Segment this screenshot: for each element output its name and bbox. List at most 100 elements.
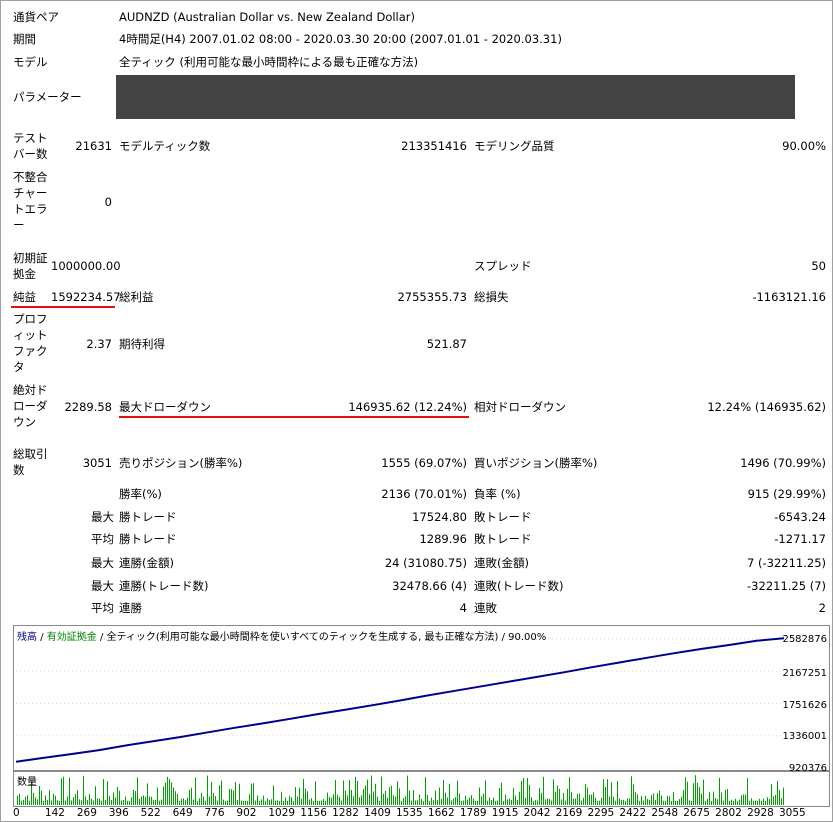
volume-bar bbox=[127, 800, 128, 805]
volume-bar bbox=[305, 788, 306, 805]
volume-bar bbox=[63, 776, 64, 805]
largest-prefix: 最大 bbox=[91, 510, 114, 524]
volume-bar bbox=[647, 799, 648, 805]
volume-bar bbox=[121, 800, 122, 805]
volume-bar bbox=[503, 800, 504, 805]
volume-bar bbox=[33, 792, 34, 805]
volume-bar bbox=[283, 800, 284, 805]
volume-bar bbox=[613, 796, 614, 805]
volume-bar bbox=[493, 797, 494, 805]
volume-bar bbox=[759, 798, 760, 805]
volume-panel: 数量 bbox=[13, 771, 830, 807]
volume-bar bbox=[653, 793, 654, 805]
x-tick-label: 2802 bbox=[715, 807, 742, 819]
volume-bar bbox=[755, 800, 756, 805]
volume-bar bbox=[499, 788, 500, 805]
maximal-consec-profit-label: 連勝(トレード数) bbox=[119, 579, 209, 593]
volume-bar bbox=[527, 777, 528, 805]
volume-bar bbox=[245, 800, 246, 805]
volume-bar bbox=[439, 787, 440, 805]
largest-loss-label: 敗トレード bbox=[474, 510, 532, 524]
volume-bar bbox=[443, 779, 444, 805]
volume-bar bbox=[619, 798, 620, 805]
volume-bar bbox=[389, 787, 390, 805]
x-tick-label: 902 bbox=[236, 807, 257, 819]
absolute-drawdown-label: 絶対ドローダウン bbox=[13, 383, 48, 429]
volume-bar bbox=[607, 779, 608, 805]
volume-bar bbox=[625, 800, 626, 805]
volume-bar bbox=[489, 797, 490, 805]
volume-bar bbox=[519, 791, 520, 805]
volume-bar bbox=[679, 799, 680, 805]
max-consec-losses-value: 7 (-32211.25) bbox=[747, 556, 826, 570]
volume-bar bbox=[139, 798, 140, 805]
volume-bar bbox=[399, 788, 400, 805]
volume-bar bbox=[189, 789, 190, 805]
y-tick-label: 1336001 bbox=[782, 731, 827, 742]
maximal-consec-loss-value: -32211.25 (7) bbox=[747, 579, 826, 593]
volume-bar bbox=[657, 792, 658, 805]
model-value: 全ティック (利用可能な最小時間枠による最も正確な方法) bbox=[119, 55, 419, 69]
volume-bar bbox=[359, 797, 360, 805]
volume-bar bbox=[445, 792, 446, 805]
volume-bar bbox=[463, 800, 464, 805]
largest-loss-value: -6543.24 bbox=[774, 510, 826, 524]
volume-bar bbox=[381, 776, 382, 805]
volume-bar bbox=[293, 800, 294, 805]
volume-bar bbox=[421, 798, 422, 805]
total-trades-value: 3051 bbox=[82, 456, 112, 470]
volume-bar bbox=[417, 800, 418, 805]
volume-bar bbox=[457, 780, 458, 805]
volume-bar bbox=[479, 787, 480, 805]
volume-bar bbox=[589, 794, 590, 805]
long-positions-value: 1496 (70.99%) bbox=[740, 456, 826, 470]
caption-equity: 有効証拠金 bbox=[46, 632, 97, 643]
volume-bar bbox=[637, 794, 638, 805]
x-tick-label: 2422 bbox=[619, 807, 647, 819]
volume-bar bbox=[663, 800, 664, 805]
volume-bar bbox=[155, 799, 156, 805]
x-tick-label: 1156 bbox=[300, 807, 327, 819]
volume-bar bbox=[707, 799, 708, 805]
test-bars-value: 21631 bbox=[75, 139, 112, 153]
volume-bar bbox=[729, 800, 730, 805]
volume-bar bbox=[247, 800, 248, 805]
x-tick-label: 0 bbox=[13, 807, 20, 819]
volume-bar bbox=[687, 781, 688, 805]
volume-bar bbox=[65, 800, 66, 805]
volume-bar bbox=[385, 790, 386, 805]
volume-bar bbox=[497, 800, 498, 805]
volume-bar bbox=[329, 796, 330, 805]
volume-bar bbox=[609, 796, 610, 805]
max-drawdown-highlight-underline bbox=[119, 416, 469, 418]
volume-bar bbox=[675, 800, 676, 805]
volume-bar bbox=[339, 797, 340, 805]
volume-bar bbox=[705, 800, 706, 805]
volume-bar bbox=[287, 800, 288, 805]
volume-bar bbox=[361, 795, 362, 805]
volume-bar bbox=[513, 787, 514, 805]
avg-consec-wins-label: 連勝 bbox=[119, 601, 142, 615]
volume-bar bbox=[197, 800, 198, 805]
volume-bar bbox=[207, 775, 208, 805]
volume-bar bbox=[229, 788, 230, 805]
average-loss-value: -1271.17 bbox=[774, 532, 826, 546]
volume-bar bbox=[379, 800, 380, 805]
profit-factor-value: 2.37 bbox=[86, 337, 112, 351]
volume-bar bbox=[491, 800, 492, 805]
volume-bar bbox=[225, 800, 226, 805]
volume-bar bbox=[29, 800, 30, 805]
volume-bar bbox=[83, 775, 84, 805]
volume-bar bbox=[605, 787, 606, 805]
gross-profit-label: 総利益 bbox=[119, 290, 154, 304]
volume-bar bbox=[775, 794, 776, 805]
average-prefix: 平均 bbox=[91, 532, 114, 546]
volume-bar bbox=[553, 779, 554, 805]
volume-bar bbox=[419, 794, 420, 805]
volume-bar bbox=[59, 800, 60, 805]
volume-bar bbox=[539, 788, 540, 805]
volume-bar bbox=[761, 800, 762, 805]
volume-bar bbox=[141, 796, 142, 805]
volume-bar bbox=[349, 780, 350, 805]
volume-bar bbox=[275, 800, 276, 805]
